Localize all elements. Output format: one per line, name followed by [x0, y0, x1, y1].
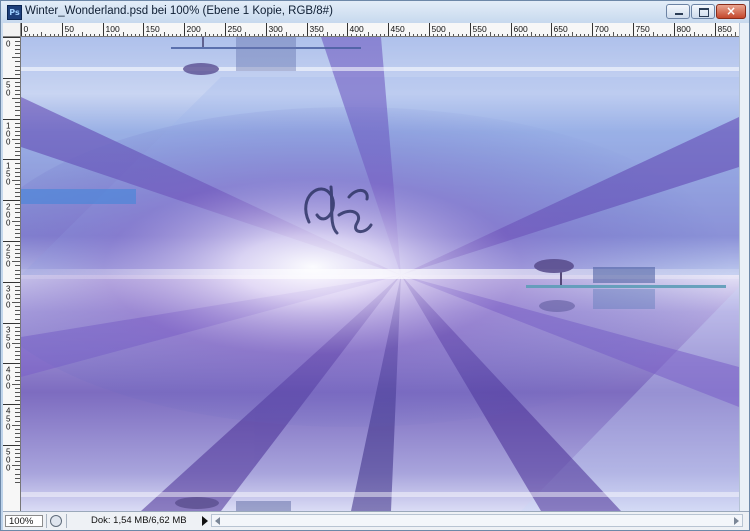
ruler-label: 100	[106, 24, 120, 34]
ruler-label: 200	[6, 203, 11, 228]
ruler-label: 250	[228, 24, 242, 34]
status-info-icon[interactable]	[50, 515, 62, 527]
ruler-label: 0	[6, 40, 11, 49]
ruler-label: 50	[6, 81, 11, 98]
ruler-label: 150	[146, 24, 160, 34]
ruler-label: 150	[6, 162, 11, 187]
ruler-label: 400	[6, 366, 11, 391]
photoshop-app-icon: Ps	[7, 5, 22, 20]
ruler-label: 750	[636, 24, 650, 34]
ruler-label: 800	[677, 24, 691, 34]
ruler-label: 300	[269, 24, 283, 34]
status-menu-arrow-icon[interactable]	[202, 516, 208, 526]
ruler-label: 50	[65, 24, 75, 34]
status-bar: 100% Dok: 1,54 MB/6,62 MB	[3, 511, 749, 530]
minimize-icon	[675, 13, 683, 15]
ruler-label: 500	[6, 448, 11, 473]
zoom-level-field[interactable]: 100%	[5, 515, 43, 527]
vertical-scrollbar[interactable]	[739, 23, 749, 511]
vertical-ruler-scale: 0 5 0 1 0 0 1 5 0 2 0 0 2 5 0 3 0 0 3 5 0 4 0 0 4 5 0 5 0 0	[3, 37, 20, 483]
ruler-label: 350	[310, 24, 324, 34]
status-separator	[66, 514, 67, 528]
maximize-button[interactable]	[691, 4, 715, 19]
document-size-info: Dok: 1,54 MB/6,62 MB	[91, 515, 187, 526]
ruler-label: 300	[6, 285, 11, 310]
ruler-label: 650	[554, 24, 568, 34]
ruler-label: 350	[6, 326, 11, 351]
ruler-label: 550	[473, 24, 487, 34]
ruler-label: 100	[6, 122, 11, 147]
minimize-button[interactable]	[666, 4, 690, 19]
ruler-label: 400	[350, 24, 364, 34]
ruler-label: 450	[6, 407, 11, 432]
image-canvas[interactable]	[21, 37, 739, 511]
ruler-label: 500	[432, 24, 446, 34]
ruler-label: 250	[6, 244, 11, 269]
ruler-origin-corner[interactable]	[3, 23, 21, 37]
status-separator	[46, 514, 47, 528]
vertical-ruler[interactable]: 0 50 100 150 200 250 300 350 400 450 500	[3, 37, 21, 511]
ruler-label: 850	[718, 24, 732, 34]
ruler-label: 700	[595, 24, 609, 34]
ruler-label: 0	[24, 24, 29, 34]
ruler-label: 200	[187, 24, 201, 34]
maximize-icon	[699, 8, 709, 17]
horizontal-ruler-scale: 0 50 100 150 200 250 300 350 400 450 500 550 600 650 7…	[21, 23, 736, 36]
ruler-label: 450	[391, 24, 405, 34]
scroll-right-arrow-icon[interactable]	[734, 517, 739, 525]
close-button[interactable]: ×	[716, 4, 746, 19]
window-title: Winter_Wonderland.psd bei 100% (Ebene 1 …	[25, 5, 333, 17]
horizontal-ruler[interactable]: 0 50 100 150 200 250 300 350 400 450 500 550 600 650 7…	[21, 23, 739, 37]
ruler-label: 600	[514, 24, 528, 34]
close-icon: ×	[725, 4, 737, 18]
title-bar[interactable]: Ps Winter_Wonderland.psd bei 100% (Ebene…	[1, 1, 749, 23]
document-window: Ps Winter_Wonderland.psd bei 100% (Ebene…	[0, 0, 750, 531]
scroll-left-arrow-icon[interactable]	[215, 517, 220, 525]
horizontal-scrollbar[interactable]	[211, 514, 743, 527]
artwork-image	[21, 37, 739, 511]
